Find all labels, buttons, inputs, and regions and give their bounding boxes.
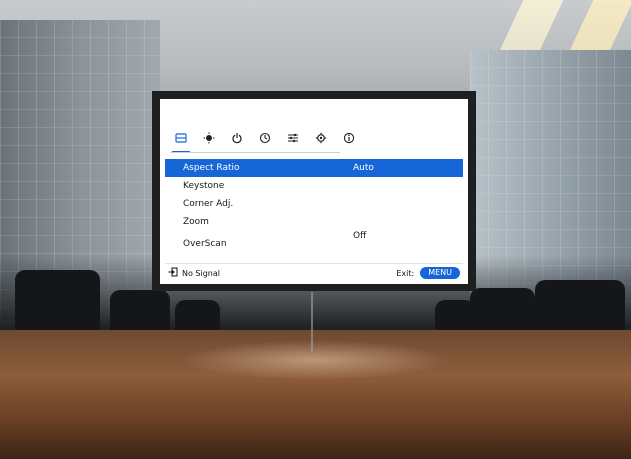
sliders-icon <box>287 132 299 147</box>
exit-hint: Exit: MENU <box>396 267 460 279</box>
info-icon <box>343 132 355 147</box>
tab-timer[interactable] <box>254 129 276 149</box>
brightness-icon <box>203 132 215 147</box>
power-icon <box>231 132 243 147</box>
exit-label: Exit: <box>396 268 415 278</box>
tab-brightness[interactable] <box>198 129 220 149</box>
input-source-icon <box>168 267 178 279</box>
menu-item-corner-adj[interactable]: Corner Adj. <box>165 195 463 213</box>
tab-info[interactable] <box>338 129 360 149</box>
osd-menu: Aspect Ratio Auto Keystone Corner Adj. Z… <box>165 159 463 253</box>
menu-item-label: Zoom <box>183 217 209 227</box>
table-reflection <box>180 340 450 380</box>
osd-footer: No Signal Exit: MENU <box>168 267 460 281</box>
aspect-ratio-icon <box>175 132 187 147</box>
projection-screen: Aspect Ratio Auto Keystone Corner Adj. Z… <box>160 99 468 284</box>
menu-item-aspect-ratio[interactable]: Aspect Ratio Auto <box>165 159 463 177</box>
menu-item-label: Aspect Ratio <box>183 163 240 173</box>
screen-pole <box>311 292 313 352</box>
conference-room-scene: Aspect Ratio Auto Keystone Corner Adj. Z… <box>0 0 631 459</box>
menu-item-label: Corner Adj. <box>183 199 234 209</box>
menu-item-label: Keystone <box>183 181 225 191</box>
menu-item-label: OverScan <box>183 239 227 249</box>
clock-icon <box>259 132 271 147</box>
menu-item-zoom[interactable]: Zoom <box>165 213 463 231</box>
screen-top-band <box>160 99 468 123</box>
gear-icon <box>315 132 327 147</box>
menu-item-value: Auto <box>353 163 374 173</box>
menu-item-keystone[interactable]: Keystone <box>165 177 463 195</box>
signal-text: No Signal <box>182 268 220 278</box>
menu-item-overscan[interactable]: OverScan Off <box>165 231 463 253</box>
tabs-divider <box>170 152 340 153</box>
menu-item-value: Off <box>353 231 367 241</box>
signal-status: No Signal <box>168 267 220 279</box>
osd-tabs <box>170 129 360 153</box>
menu-button[interactable]: MENU <box>420 267 460 279</box>
footer-divider <box>165 263 463 264</box>
tab-aspect-ratio[interactable] <box>170 129 192 153</box>
tab-adjustments[interactable] <box>282 129 304 149</box>
tab-settings[interactable] <box>310 129 332 149</box>
tab-power[interactable] <box>226 129 248 149</box>
